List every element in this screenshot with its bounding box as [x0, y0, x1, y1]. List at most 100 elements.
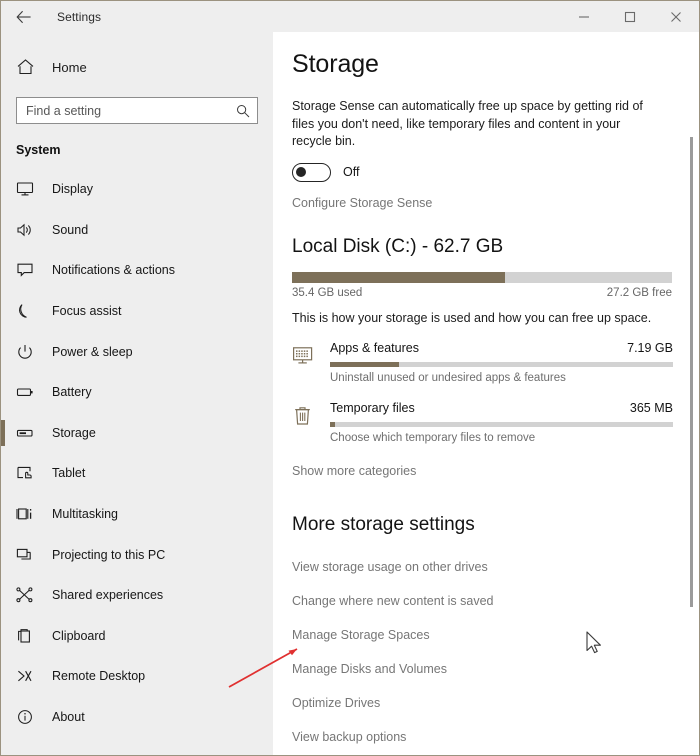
sidebar-item-label: Battery — [52, 385, 92, 400]
storage-drive-icon — [16, 423, 46, 443]
link-manage-disks-and-volumes[interactable]: Manage Disks and Volumes — [292, 652, 673, 686]
battery-icon — [16, 382, 46, 402]
storage-sense-description: Storage Sense can automatically free up … — [292, 99, 643, 148]
storage-sense-toggle[interactable] — [292, 162, 331, 182]
sidebar-item-notifications[interactable]: Notifications & actions — [1, 250, 273, 291]
remote-desktop-icon — [16, 666, 46, 686]
sidebar-item-label: Display — [52, 182, 93, 197]
sidebar-item-label: Shared experiences — [52, 588, 164, 603]
window-controls — [561, 1, 699, 32]
projection-icon — [16, 545, 46, 565]
sidebar-item-label: Projecting to this PC — [52, 547, 166, 562]
sidebar-nav-list: Display Sound Notifications & actions Fo… — [1, 169, 273, 737]
sidebar-item-label: Notifications & actions — [52, 263, 175, 278]
disk-capacity-bar — [292, 271, 672, 283]
sidebar-item-shared-experiences[interactable]: Shared experiences — [1, 575, 273, 616]
link-view-storage-usage[interactable]: View storage usage on other drives — [292, 550, 673, 584]
apps-monitor-icon — [292, 341, 330, 384]
sidebar-item-label: About — [52, 710, 85, 725]
sidebar-home-label: Home — [52, 59, 87, 75]
sidebar-item-battery[interactable]: Battery — [1, 372, 273, 413]
link-optimize-drives[interactable]: Optimize Drives — [292, 686, 673, 720]
info-icon — [16, 707, 46, 727]
close-button[interactable] — [653, 1, 699, 32]
category-description: Choose which temporary files to remove — [330, 431, 536, 444]
sidebar-item-label: Tablet — [52, 466, 86, 481]
page-title: Storage — [292, 50, 379, 78]
category-name: Apps & features — [330, 340, 419, 355]
link-change-content-location[interactable]: Change where new content is saved — [292, 584, 673, 618]
local-disk-title: Local Disk (C:) - 62.7 GB — [292, 235, 504, 257]
sidebar-item-clipboard[interactable]: Clipboard — [1, 616, 273, 657]
speaker-icon — [16, 220, 46, 240]
sidebar-item-about[interactable]: About — [1, 697, 273, 738]
disk-free-label: 27.2 GB free — [606, 286, 672, 299]
window-title: Settings — [57, 9, 102, 24]
toggle-knob — [296, 166, 306, 177]
search-input[interactable] — [17, 98, 257, 123]
search-container — [1, 85, 273, 124]
more-settings-title: More storage settings — [292, 513, 475, 535]
search-box[interactable] — [16, 97, 258, 124]
link-manage-storage-spaces[interactable]: Manage Storage Spaces — [292, 618, 673, 652]
link-view-backup-options[interactable]: View backup options — [292, 720, 673, 754]
disk-used-fill — [292, 271, 505, 283]
sidebar-item-projecting[interactable]: Projecting to this PC — [1, 534, 273, 575]
category-usage-fill — [330, 421, 336, 427]
moon-icon — [16, 301, 46, 321]
trash-bin-icon — [292, 401, 330, 444]
sidebar-item-label: Storage — [52, 425, 96, 440]
storage-category-row[interactable]: Temporary files 365 MB Choose which temp… — [292, 401, 673, 444]
storage-category-row[interactable]: Apps & features 7.19 GB Uninstall unused… — [292, 341, 673, 384]
sidebar-item-label: Sound — [52, 222, 89, 237]
title-bar: Settings — [1, 1, 699, 32]
category-usage-bar — [330, 421, 673, 427]
clipboard-icon — [16, 626, 46, 646]
sidebar: Home System — [1, 32, 273, 755]
sidebar-item-label: Focus assist — [52, 304, 122, 319]
back-button[interactable] — [1, 1, 47, 32]
toggle-state-label: Off — [343, 165, 360, 179]
storage-hint: This is how your storage is used and how… — [292, 310, 652, 325]
category-description: Uninstall unused or undesired apps & fea… — [330, 371, 566, 384]
more-settings-links: View storage usage on other drives Chang… — [292, 550, 673, 754]
content-scrollbar[interactable] — [687, 63, 697, 755]
category-size: 365 MB — [629, 400, 673, 415]
sidebar-item-tablet[interactable]: Tablet — [1, 453, 273, 494]
category-name: Temporary files — [330, 400, 415, 415]
home-icon — [16, 58, 46, 76]
more-storage-settings-section: More storage settings View storage usage… — [292, 514, 673, 754]
sidebar-item-label: Multitasking — [52, 507, 118, 522]
share-nodes-icon — [16, 585, 46, 605]
multitask-icon — [16, 504, 46, 524]
sidebar-item-storage[interactable]: Storage — [1, 413, 273, 454]
disk-used-label: 35.4 GB used — [292, 286, 363, 299]
settings-window: Settings Home Find a setting System Disp… — [0, 0, 700, 756]
main-content: Storage Storage Sense can automatically … — [273, 32, 699, 755]
search-icon[interactable] — [236, 104, 250, 118]
monitor-icon — [16, 179, 46, 199]
sidebar-item-label: Power & sleep — [52, 344, 133, 359]
tablet-hand-icon — [16, 463, 46, 483]
scrollbar-thumb[interactable] — [690, 137, 693, 607]
minimize-button[interactable] — [561, 1, 607, 32]
disk-capacity-labels: 35.4 GB used 27.2 GB free — [292, 287, 672, 299]
sidebar-item-remote-desktop[interactable]: Remote Desktop — [1, 656, 273, 697]
back-arrow-icon — [16, 10, 32, 24]
sidebar-item-multitasking[interactable]: Multitasking — [1, 494, 273, 535]
storage-sense-toggle-row: Off — [292, 162, 673, 182]
sidebar-item-sound[interactable]: Sound — [1, 210, 273, 251]
show-more-categories-link[interactable]: Show more categories — [292, 464, 673, 478]
sidebar-item-focus-assist[interactable]: Focus assist — [1, 291, 273, 332]
configure-storage-sense-link[interactable]: Configure Storage Sense — [292, 196, 673, 210]
sidebar-item-home[interactable]: Home — [1, 49, 273, 85]
sidebar-section-title: System — [16, 143, 61, 157]
sidebar-item-power-sleep[interactable]: Power & sleep — [1, 331, 273, 372]
sidebar-item-label: Remote Desktop — [52, 669, 146, 684]
chat-bubble-icon — [16, 260, 46, 280]
category-size: 7.19 GB — [627, 340, 673, 355]
power-icon — [16, 342, 46, 362]
maximize-button[interactable] — [607, 1, 653, 32]
sidebar-item-label: Clipboard — [52, 628, 106, 643]
sidebar-item-display[interactable]: Display — [1, 169, 273, 210]
